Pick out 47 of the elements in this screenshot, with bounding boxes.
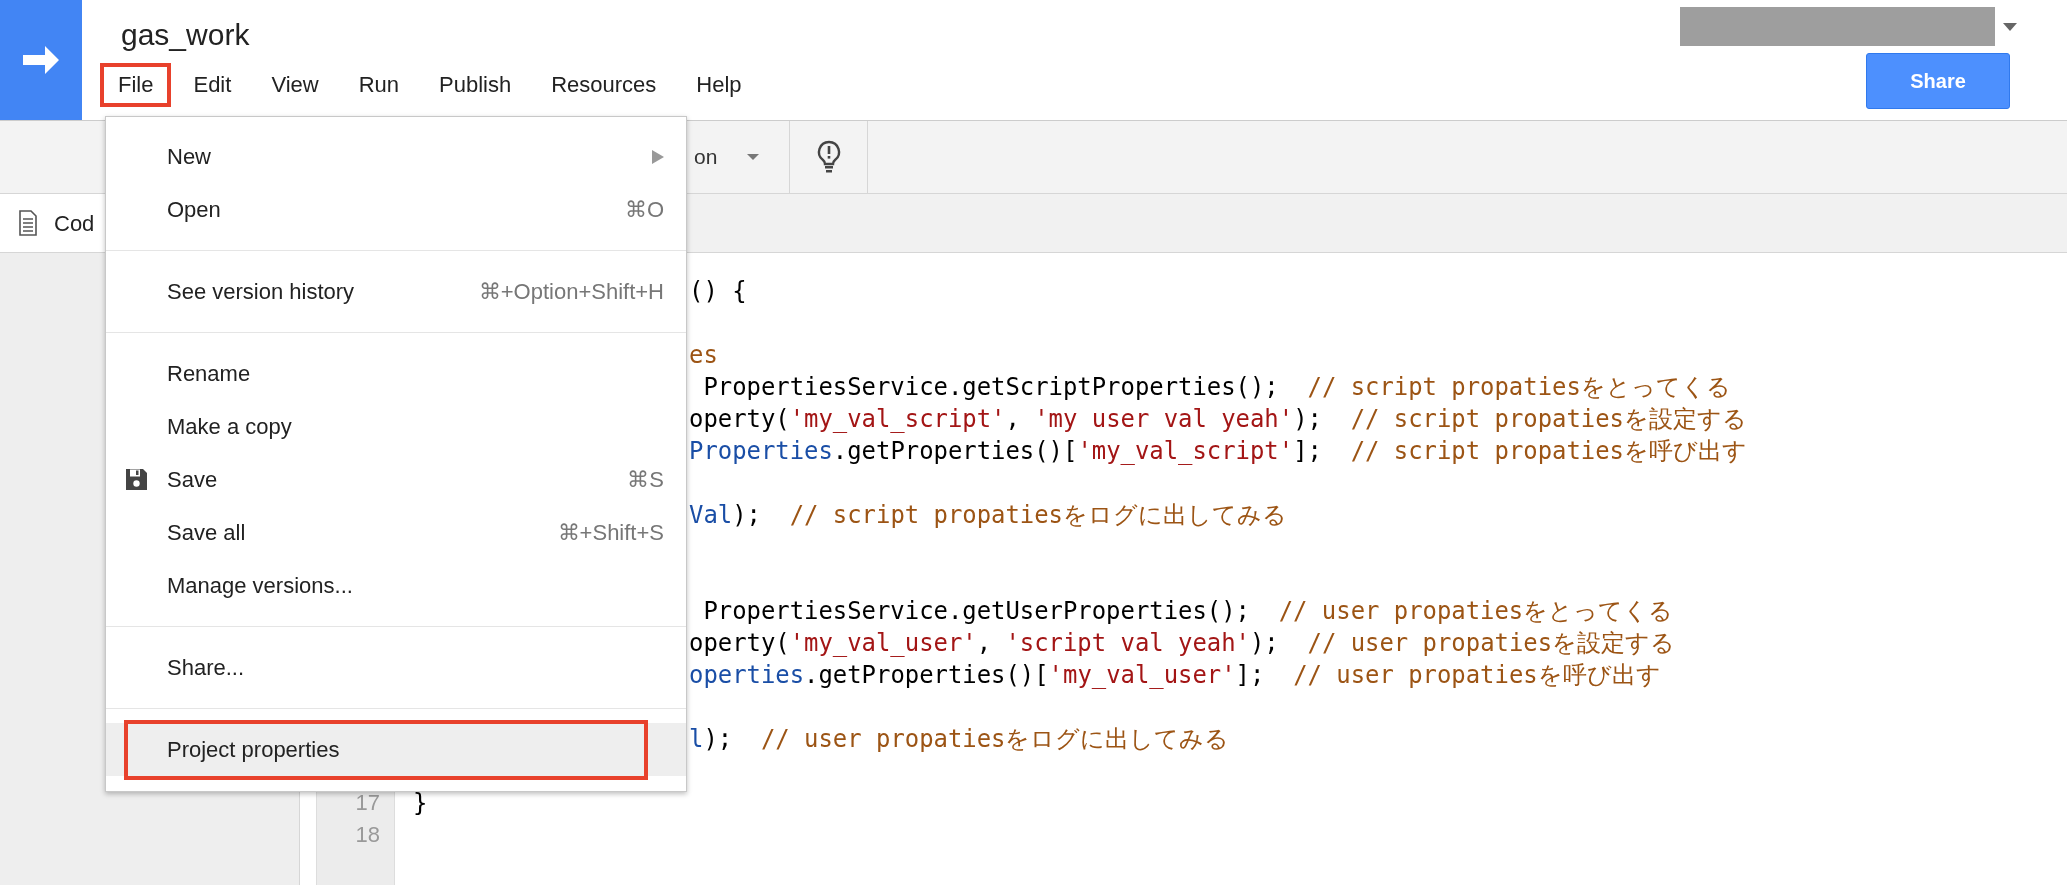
menu-label: Save all — [167, 519, 246, 547]
code-line: es — [689, 341, 718, 369]
menu-label: Share... — [167, 654, 245, 682]
shortcut-label: ⌘+Shift+S — [557, 519, 664, 547]
menu-item[interactable]: Edit — [175, 63, 250, 107]
save-icon — [125, 468, 148, 491]
menu-label: Manage versions... — [167, 572, 353, 600]
shortcut-label: ⌘O — [624, 196, 664, 224]
caret-icon — [747, 154, 760, 160]
menu-item[interactable]: Manage versions... — [106, 559, 686, 612]
file-name: Cod — [54, 209, 95, 238]
menu-item[interactable]: Rename — [106, 347, 686, 400]
menu-row[interactable]: See version history ⌘+Option+Shift+H — [106, 265, 686, 318]
shortcut-label: ⌘+Option+Shift+H — [478, 278, 664, 306]
menu-item[interactable]: Share... — [106, 641, 686, 694]
code-line: } — [413, 789, 428, 817]
menu-item[interactable]: View — [253, 63, 337, 107]
code-line: () { — [689, 277, 747, 305]
code-line: operties.getProperties()['my_val_user']; // user propatiesを呼び出す — [689, 661, 1661, 689]
menu-label: Save — [167, 466, 218, 494]
code-line: PropertiesService.getScriptProperties(); // script propatiesをとってくる — [702, 373, 1731, 401]
code-line: operty('my_val_user', 'script val yeah'); // user propatiesを設定する — [689, 629, 1676, 657]
caret-icon — [2003, 22, 2017, 31]
line-number: 18 — [354, 821, 381, 849]
menu-item[interactable]: Help — [678, 63, 760, 107]
line-number: 17 — [354, 789, 381, 817]
menu-item[interactable]: Resources — [533, 63, 675, 107]
code-line: l); // user propatiesをログに出してみる — [689, 725, 1230, 753]
code-line: Properties.getProperties()['my_val_script']; // script propatiesを呼び出す — [689, 437, 1747, 465]
menu-label: See version history — [167, 278, 355, 306]
menu-item[interactable]: Publish — [421, 63, 530, 107]
menu-label: Open — [167, 196, 221, 224]
menu-label: Make a copy — [167, 413, 292, 441]
code-line: Val); // script propatiesをログに出してみる — [689, 501, 1287, 529]
project-title[interactable]: gas_work — [82, 0, 764, 53]
menu-label: Rename — [167, 360, 251, 388]
menu-row[interactable]: Save all ⌘+Shift+S — [106, 506, 686, 559]
menu-row[interactable]: Save ⌘S — [106, 453, 686, 506]
menu-item[interactable]: File — [100, 63, 172, 107]
code-line: operty('my_val_script', 'my user val yeah'); // script propatiesを設定する — [689, 405, 1747, 433]
menu-label: New — [167, 143, 211, 171]
menu-item[interactable]: Make a copy — [106, 400, 686, 453]
document-icon — [18, 210, 38, 236]
shortcut-label: ⌘S — [627, 466, 664, 494]
code-line: PropertiesService.getUserProperties(); // user propatiesをとってくる — [702, 597, 1674, 625]
menu-item[interactable]: Run — [340, 63, 418, 107]
menu-item[interactable]: Project properties — [167, 733, 340, 766]
